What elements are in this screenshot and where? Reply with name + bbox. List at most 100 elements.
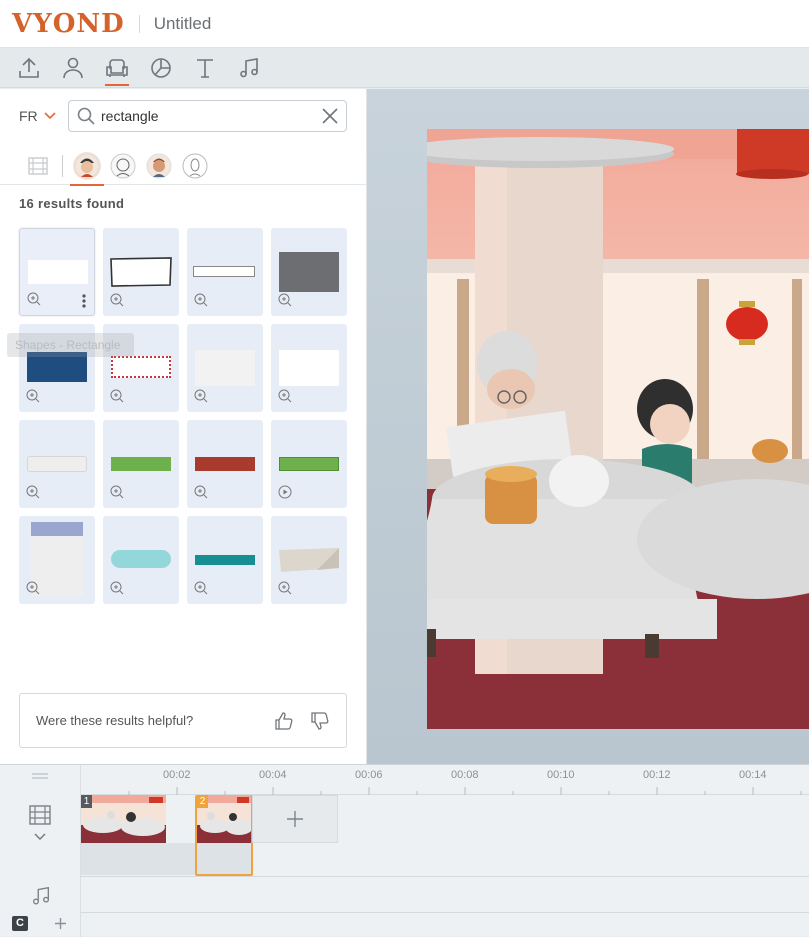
category-filters xyxy=(0,147,367,186)
music-icon xyxy=(240,57,258,77)
zoom-in-icon[interactable] xyxy=(26,485,40,499)
plus-icon xyxy=(287,811,303,827)
result-item[interactable] xyxy=(271,324,347,412)
character-style-business-icon xyxy=(146,153,172,178)
drag-handle-icon[interactable] xyxy=(31,771,49,781)
timeline-controls: C xyxy=(0,765,81,937)
search-input[interactable] xyxy=(101,108,301,124)
zoom-in-icon[interactable] xyxy=(110,293,124,307)
scene-thumbnail-2[interactable]: 2 xyxy=(197,795,251,843)
character-tool[interactable] xyxy=(51,48,95,88)
tick-label: 00:08 xyxy=(451,769,479,781)
thumbs-up-icon[interactable] xyxy=(274,711,294,731)
thin-rectangle-preview xyxy=(193,266,255,277)
tick-label: 00:06 xyxy=(355,769,383,781)
zoom-in-icon[interactable] xyxy=(278,581,292,595)
zoom-in-icon[interactable] xyxy=(110,581,124,595)
character-style-thin-icon xyxy=(182,153,208,178)
asset-library-panel: FR 16 results found xyxy=(0,89,367,769)
audio-track[interactable] xyxy=(81,877,809,913)
zoom-in-icon[interactable] xyxy=(26,389,40,403)
filter-style-thin[interactable] xyxy=(181,152,209,180)
scene-thumbnail-image xyxy=(81,795,166,843)
scene-canvas[interactable] xyxy=(427,129,809,729)
zoom-in-icon[interactable] xyxy=(27,292,41,306)
result-item[interactable] xyxy=(187,324,263,412)
timeline: C 00:02 00:04 00:06 00:08 00:10 00:12 00… xyxy=(0,764,809,937)
result-item[interactable] xyxy=(187,420,263,508)
stage-area xyxy=(367,89,809,764)
tick-label: 00:10 xyxy=(547,769,575,781)
tick-label: 00:04 xyxy=(259,769,287,781)
feedback-box: Were these results helpful? xyxy=(19,693,347,748)
character-style-whiteboard-icon xyxy=(110,153,136,178)
result-item[interactable] xyxy=(271,228,347,316)
gray-rectangle-preview xyxy=(279,252,339,292)
upload-tool[interactable] xyxy=(7,48,51,88)
zoom-in-icon[interactable] xyxy=(26,581,40,595)
results-count: 16 results found xyxy=(19,196,125,211)
scene-thumbnail-1[interactable]: 1 xyxy=(81,795,166,843)
filter-style-business[interactable] xyxy=(145,152,173,180)
result-item[interactable] xyxy=(19,420,95,508)
card-header-preview xyxy=(31,522,83,536)
captions-icon[interactable]: C xyxy=(12,916,28,931)
thumbs-down-icon[interactable] xyxy=(310,711,330,731)
library-toolbar xyxy=(0,48,809,88)
character-icon xyxy=(63,57,83,78)
audio-tool[interactable] xyxy=(227,48,271,88)
divider xyxy=(138,14,140,33)
rounded-rectangle-preview xyxy=(27,456,87,472)
animated-green-rectangle-preview xyxy=(279,457,339,471)
play-icon[interactable] xyxy=(278,485,292,499)
scene-number: 1 xyxy=(81,795,92,808)
time-ruler[interactable]: 00:02 00:04 00:06 00:08 00:10 00:12 00:1… xyxy=(81,765,809,795)
filter-style-contemporary[interactable] xyxy=(70,151,104,186)
result-item[interactable] xyxy=(19,516,95,604)
restaurant-scene-image xyxy=(427,129,809,729)
result-item[interactable] xyxy=(103,228,179,316)
result-item[interactable] xyxy=(187,228,263,316)
chart-tool[interactable] xyxy=(139,48,183,88)
zoom-in-icon[interactable] xyxy=(194,389,208,403)
search-icon xyxy=(77,107,95,125)
zoom-in-icon[interactable] xyxy=(278,389,292,403)
green-rectangle-preview xyxy=(111,457,171,471)
filter-scene[interactable] xyxy=(24,152,52,180)
zoom-in-icon[interactable] xyxy=(194,293,208,307)
tick-label: 00:02 xyxy=(163,769,191,781)
feedback-question: Were these results helpful? xyxy=(36,713,194,728)
language-selector[interactable]: FR xyxy=(19,108,56,124)
language-label: FR xyxy=(19,108,38,124)
scene-track xyxy=(81,795,809,877)
text-tool[interactable] xyxy=(183,48,227,88)
result-item[interactable] xyxy=(271,516,347,604)
document-title[interactable]: Untitled xyxy=(154,14,212,34)
result-item[interactable] xyxy=(19,228,95,316)
top-bar: VYOND Untitled xyxy=(0,0,809,48)
zoom-in-icon[interactable] xyxy=(110,485,124,499)
zoom-in-icon[interactable] xyxy=(278,293,292,307)
result-item[interactable] xyxy=(103,516,179,604)
chart-icon xyxy=(151,57,171,78)
add-track-icon[interactable] xyxy=(54,917,67,930)
filter-style-whiteboard[interactable] xyxy=(109,152,137,180)
zoom-in-icon[interactable] xyxy=(110,389,124,403)
zoom-in-icon[interactable] xyxy=(194,485,208,499)
add-scene-button[interactable] xyxy=(252,795,338,843)
upload-icon xyxy=(19,57,39,78)
ruler-ticks xyxy=(128,787,802,795)
chevron-down-icon[interactable] xyxy=(34,833,46,841)
zoom-in-icon[interactable] xyxy=(194,581,208,595)
props-tool[interactable] xyxy=(95,48,139,88)
filter-divider xyxy=(62,154,63,177)
more-options-icon[interactable] xyxy=(82,294,86,308)
result-item[interactable] xyxy=(187,516,263,604)
result-item[interactable] xyxy=(103,420,179,508)
result-item[interactable] xyxy=(271,420,347,508)
scene-number: 2 xyxy=(197,795,208,808)
props-icon xyxy=(106,58,128,77)
scene-track-icon xyxy=(29,805,51,825)
close-icon[interactable] xyxy=(322,108,338,124)
vyond-logo[interactable]: VYOND xyxy=(12,9,125,39)
